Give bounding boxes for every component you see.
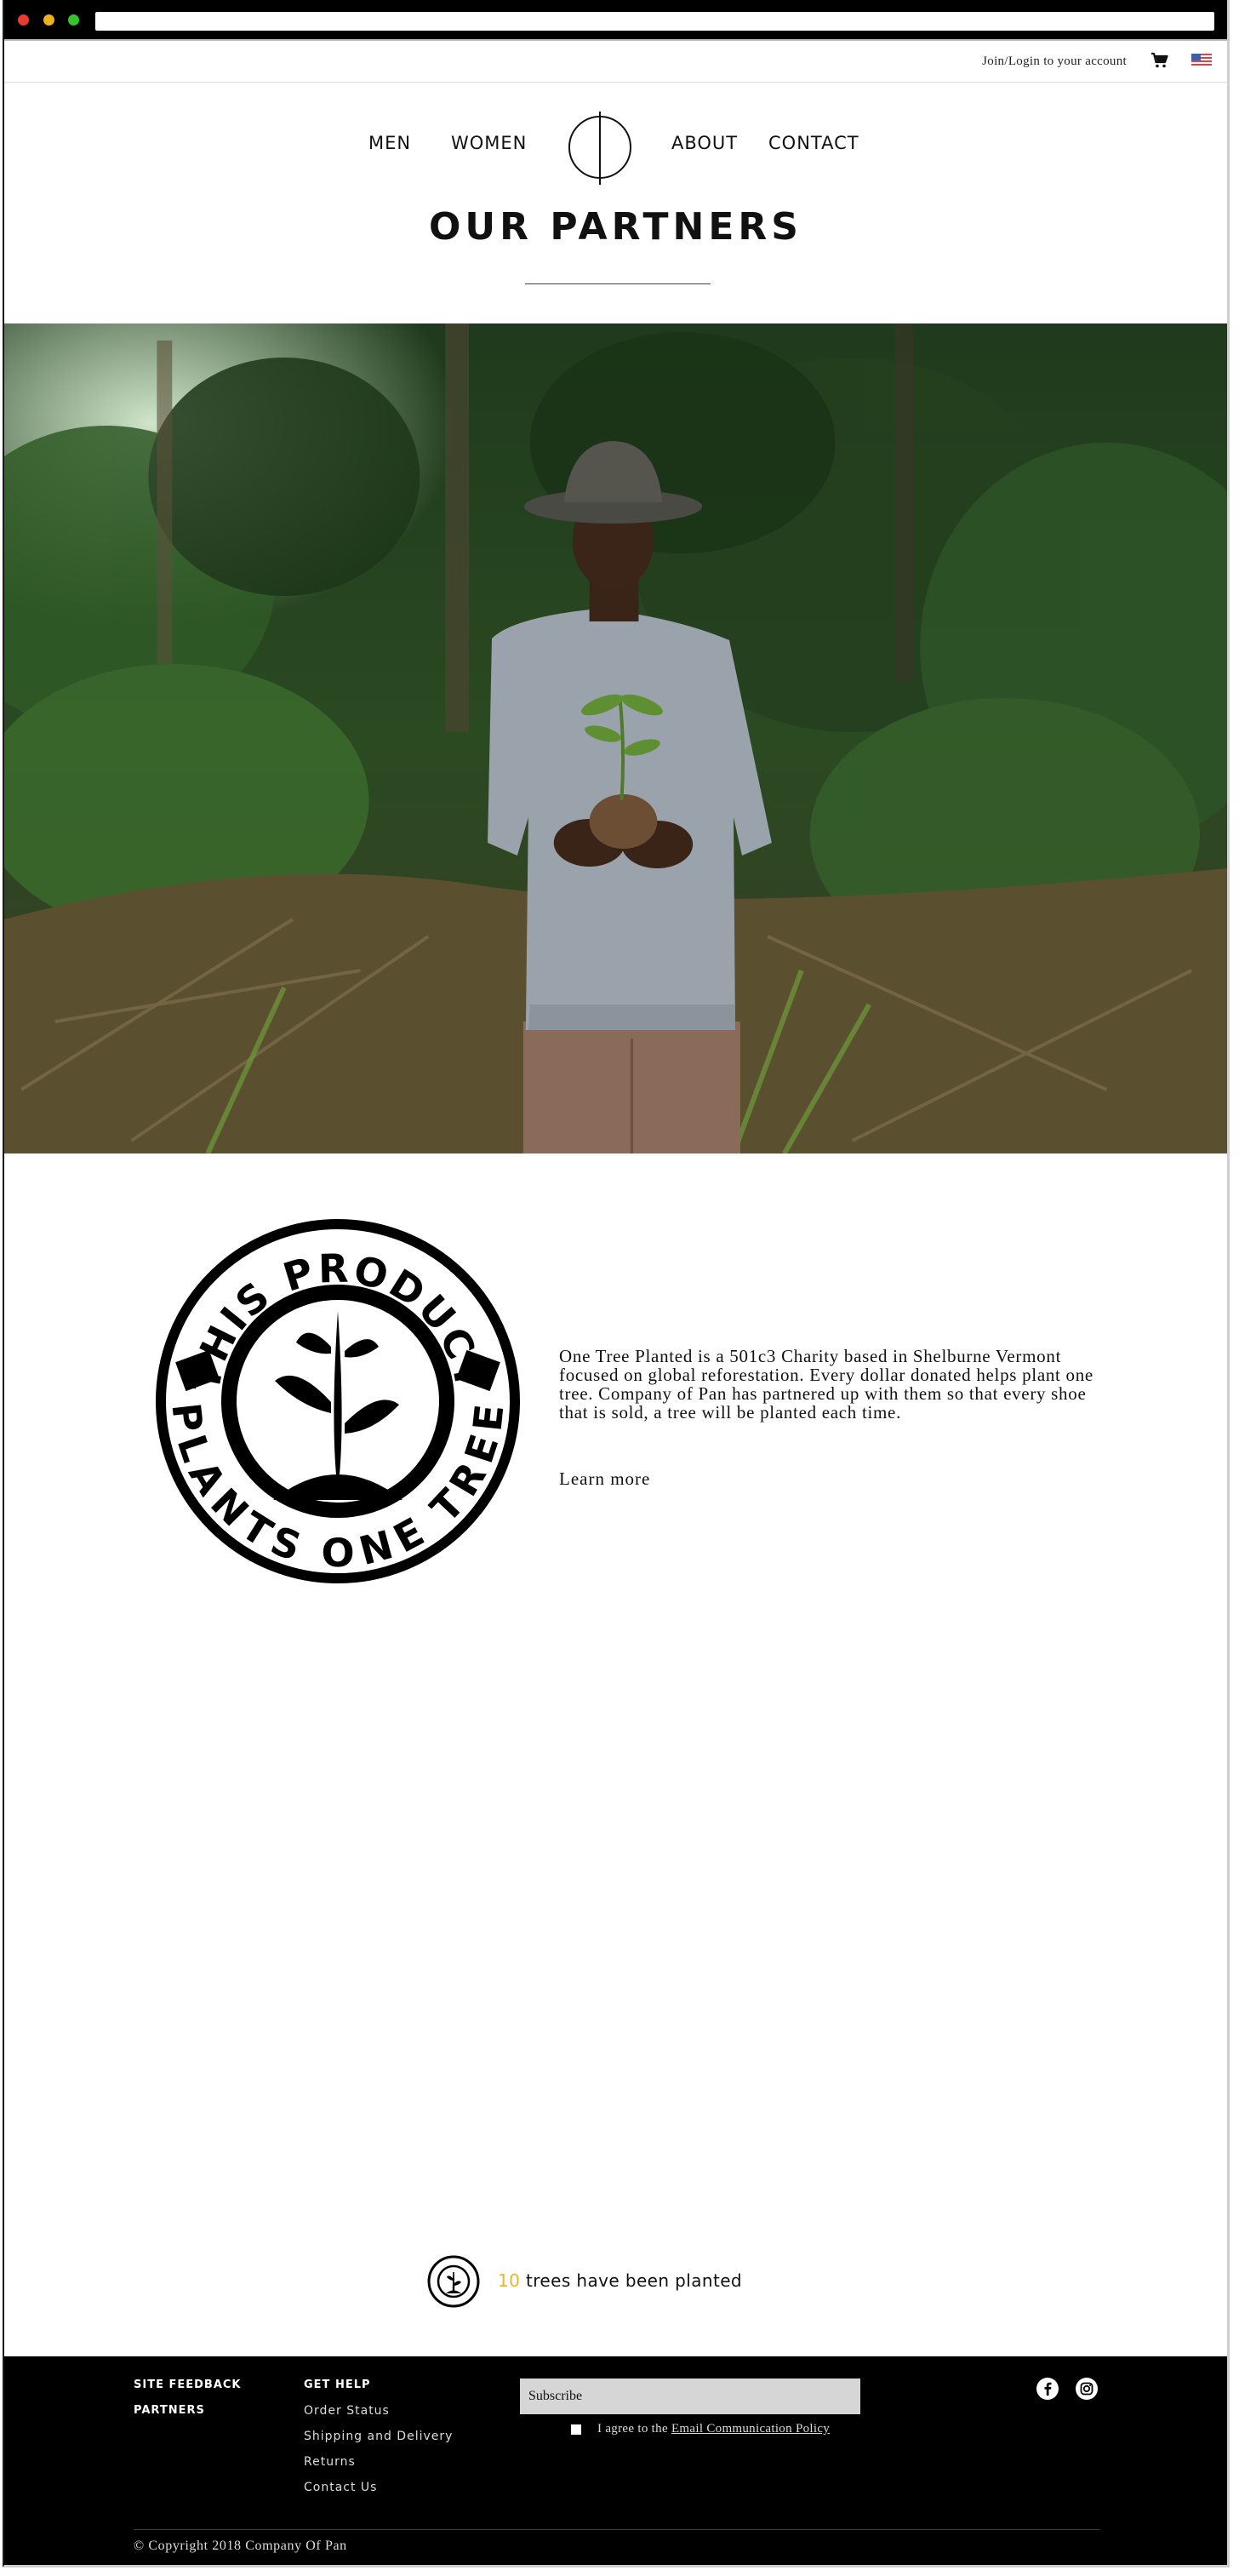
footer-order-status[interactable]: Order Status [304, 2404, 390, 2418]
nav-contact[interactable]: CONTACT [768, 133, 859, 153]
email-policy-link[interactable]: Email Communication Policy [671, 2422, 830, 2436]
address-bar[interactable] [95, 12, 1214, 31]
login-link[interactable]: Join/Login to your account [982, 54, 1127, 69]
learn-more-link[interactable]: Learn more [559, 1468, 650, 1490]
hero-image [4, 323, 1227, 1153]
minimize-window-button[interactable] [43, 14, 54, 26]
footer-get-help-heading: GET HELP [304, 2379, 371, 2391]
instagram-icon[interactable] [1075, 2377, 1099, 2401]
nav-men[interactable]: MEN [368, 133, 411, 153]
trees-count-suffix: trees have been planted [520, 2270, 743, 2291]
footer-site-feedback[interactable]: SITE FEEDBACK [134, 2379, 242, 2391]
footer-contact-us[interactable]: Contact Us [304, 2481, 377, 2494]
title-divider [525, 283, 711, 284]
footer-shipping-delivery[interactable]: Shipping and Delivery [304, 2430, 453, 2443]
tree-counter-badge-icon [427, 2255, 480, 2308]
footer-divider [134, 2529, 1100, 2530]
subscribe-input[interactable] [520, 2379, 860, 2414]
us-flag-icon[interactable] [1191, 54, 1212, 67]
agree-checkbox[interactable] [571, 2424, 581, 2435]
copyright-icon: © [134, 2539, 149, 2553]
maximize-window-button[interactable] [68, 14, 79, 26]
copyright: © Copyright 2018 Company Of Pan [134, 2539, 347, 2554]
close-window-button[interactable] [18, 14, 29, 26]
cart-icon[interactable] [1150, 52, 1169, 69]
footer-partners[interactable]: PARTNERS [134, 2404, 205, 2417]
agree-prefix: I agree to the [597, 2422, 671, 2436]
browser-window: Join/Login to your account MEN WOMEN ABO… [3, 0, 1230, 2567]
circle-line-logo[interactable] [565, 110, 635, 186]
copyright-text: Copyright 2018 Company Of Pan [148, 2539, 347, 2553]
site-footer: SITE FEEDBACK PARTNERS GET HELP Order St… [4, 2356, 1227, 2565]
partner-description: One Tree Planted is a 501c3 Charity base… [559, 1346, 1093, 1423]
agree-label: I agree to the Email Communication Polic… [597, 2422, 830, 2436]
trees-count: 10 [498, 2270, 521, 2291]
page-title: OUR PARTNERS [429, 205, 802, 249]
browser-chrome [4, 0, 1227, 41]
nav-about[interactable]: ABOUT [671, 133, 738, 153]
trees-planted-counter: 10 trees have been planted [498, 2270, 742, 2291]
utility-bar: Join/Login to your account [4, 41, 1227, 83]
facebook-icon[interactable] [1036, 2377, 1059, 2401]
one-tree-badge: THIS PRODUCT PLANTS ONE TREE [156, 1219, 520, 1583]
footer-returns[interactable]: Returns [304, 2455, 356, 2469]
nav-women[interactable]: WOMEN [451, 133, 527, 153]
